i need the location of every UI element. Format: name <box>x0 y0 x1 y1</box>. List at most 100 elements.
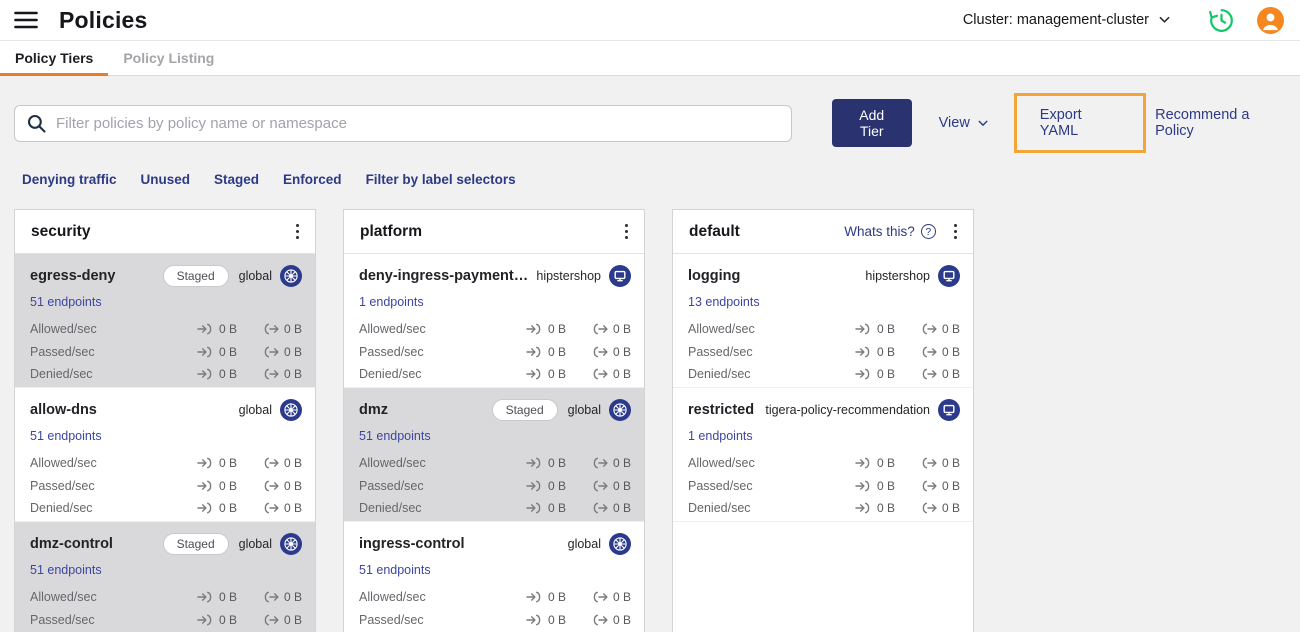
egress-icon <box>264 457 279 469</box>
endpoints-link[interactable]: 51 endpoints <box>30 563 102 577</box>
stat-row: Allowed/sec 0 B 0 B <box>30 452 302 475</box>
filter-staged[interactable]: Staged <box>214 172 259 187</box>
stat-label: Denied/sec <box>30 367 93 382</box>
stat-row: Allowed/sec 0 B 0 B <box>30 318 302 341</box>
search-input[interactable] <box>56 114 779 132</box>
stat-egress-value: 0 B <box>612 322 631 337</box>
tab-policy-tiers[interactable]: Policy Tiers <box>0 41 109 76</box>
policy-card[interactable]: dmz Staged global 51 endpoints Allowed/s… <box>344 388 644 522</box>
recommend-policy-button[interactable]: Recommend a Policy <box>1155 107 1286 139</box>
tier-header: platform ? <box>344 210 644 254</box>
policy-card[interactable]: dmz-control Staged global 51 endpoints A… <box>15 522 315 632</box>
filter-denying-traffic[interactable]: Denying traffic <box>22 172 117 187</box>
tier-menu-kebab-icon[interactable] <box>948 219 963 244</box>
stat-row: Passed/sec 0 B 0 B <box>30 609 302 632</box>
stat-egress-value: 0 B <box>283 344 302 359</box>
endpoints-link[interactable]: 51 endpoints <box>30 295 102 309</box>
view-button[interactable]: View <box>939 115 988 131</box>
policy-name: restricted <box>688 402 755 418</box>
staged-badge: Staged <box>162 533 229 555</box>
policy-card[interactable]: ingress-control global 51 endpoints Allo… <box>344 522 644 632</box>
tier-menu-kebab-icon[interactable] <box>619 219 634 244</box>
stat-label: Allowed/sec <box>30 322 97 337</box>
tier-help-label: Whats this? <box>844 224 915 239</box>
staged-badge: Staged <box>491 399 558 421</box>
stat-egress-value: 0 B <box>612 367 631 382</box>
hamburger-menu-icon[interactable] <box>14 10 40 30</box>
stat-row: Denied/sec 0 B 0 B <box>359 363 631 386</box>
stat-ingress-value: 0 B <box>876 501 895 516</box>
cluster-selector[interactable]: Cluster: management-cluster <box>963 12 1170 28</box>
stat-egress-value: 0 B <box>283 612 302 627</box>
ingress-icon <box>197 614 212 626</box>
policy-scope-label: hipstershop <box>865 269 930 283</box>
stat-egress-value: 0 B <box>612 478 631 493</box>
tier-help-link[interactable]: Whats this? ? <box>844 224 936 239</box>
stat-egress-value: 0 B <box>283 501 302 516</box>
egress-icon <box>264 480 279 492</box>
tab-bar: Policy Tiers Policy Listing <box>0 40 1300 76</box>
endpoints-link[interactable]: 51 endpoints <box>359 429 431 443</box>
stat-label: Denied/sec <box>359 501 422 516</box>
policy-card[interactable]: deny-ingress-paymentservi... hipstershop <box>344 254 644 388</box>
filter-unused[interactable]: Unused <box>141 172 191 187</box>
policy-card[interactable]: egress-deny Staged global 51 endpoints A… <box>15 254 315 388</box>
namespace-icon <box>609 265 631 287</box>
filter-by-label-selectors[interactable]: Filter by label selectors <box>366 172 516 187</box>
policy-stats: Allowed/sec 0 B 0 B Passed/sec <box>359 452 631 520</box>
policy-search[interactable] <box>14 104 792 142</box>
stat-ingress-value: 0 B <box>876 322 895 337</box>
ingress-icon <box>855 346 870 358</box>
policy-stats: Allowed/sec 0 B 0 B Passed/sec <box>359 586 631 632</box>
stat-ingress-value: 0 B <box>547 322 566 337</box>
stat-egress-value: 0 B <box>283 367 302 382</box>
egress-icon <box>264 614 279 626</box>
stat-egress-value: 0 B <box>283 478 302 493</box>
stat-egress-value: 0 B <box>941 478 960 493</box>
globe-icon <box>280 265 302 287</box>
stat-row: Denied/sec 0 B 0 B <box>30 497 302 520</box>
stat-ingress-value: 0 B <box>547 501 566 516</box>
policy-card[interactable]: allow-dns global 51 endpoints Allowed/se… <box>15 388 315 522</box>
policy-name: ingress-control <box>359 536 465 552</box>
endpoints-link[interactable]: 51 endpoints <box>359 563 431 577</box>
stat-ingress-value: 0 B <box>218 501 237 516</box>
policy-stats: Allowed/sec 0 B 0 B Passed/sec <box>688 452 960 520</box>
stat-ingress-value: 0 B <box>218 612 237 627</box>
endpoints-link[interactable]: 51 endpoints <box>30 429 102 443</box>
stat-label: Passed/sec <box>688 344 753 359</box>
stat-row: Passed/sec 0 B 0 B <box>30 341 302 364</box>
stat-egress-value: 0 B <box>283 590 302 605</box>
policy-stats: Allowed/sec 0 B 0 B Passed/sec <box>359 318 631 386</box>
export-yaml-button[interactable]: Export YAML <box>1013 93 1147 153</box>
ingress-icon <box>526 502 541 514</box>
stat-label: Allowed/sec <box>30 456 97 471</box>
egress-icon <box>593 480 608 492</box>
egress-icon <box>593 591 608 603</box>
egress-icon <box>264 502 279 514</box>
policy-card[interactable]: restricted tigera-policy-recommendation <box>673 388 973 522</box>
toolbar: Add Tier View Export YAML Recommend a Po… <box>14 93 1286 153</box>
egress-icon <box>593 368 608 380</box>
filter-enforced[interactable]: Enforced <box>283 172 342 187</box>
policy-stats: Allowed/sec 0 B 0 B Passed/sec <box>30 586 302 632</box>
egress-icon <box>264 368 279 380</box>
tab-policy-listing[interactable]: Policy Listing <box>108 41 229 75</box>
stat-label: Denied/sec <box>688 501 751 516</box>
endpoints-link[interactable]: 1 endpoints <box>688 429 753 443</box>
policy-card[interactable]: logging hipstershop 13 endpoints Allowed… <box>673 254 973 388</box>
stat-row: Allowed/sec 0 B 0 B <box>30 586 302 609</box>
stat-egress-value: 0 B <box>941 367 960 382</box>
tier-menu-kebab-icon[interactable] <box>290 219 305 244</box>
endpoints-link[interactable]: 13 endpoints <box>688 295 760 309</box>
egress-icon <box>922 480 937 492</box>
tier-name: security <box>31 222 91 240</box>
add-tier-button[interactable]: Add Tier <box>831 99 912 147</box>
stat-label: Allowed/sec <box>359 456 426 471</box>
egress-icon <box>264 591 279 603</box>
history-icon[interactable] <box>1208 7 1235 34</box>
endpoints-link[interactable]: 1 endpoints <box>359 295 424 309</box>
tier-column: platform ? deny-ingress-paymentservi... … <box>343 209 645 632</box>
user-avatar-icon[interactable] <box>1257 6 1284 34</box>
stat-egress-value: 0 B <box>612 456 631 471</box>
